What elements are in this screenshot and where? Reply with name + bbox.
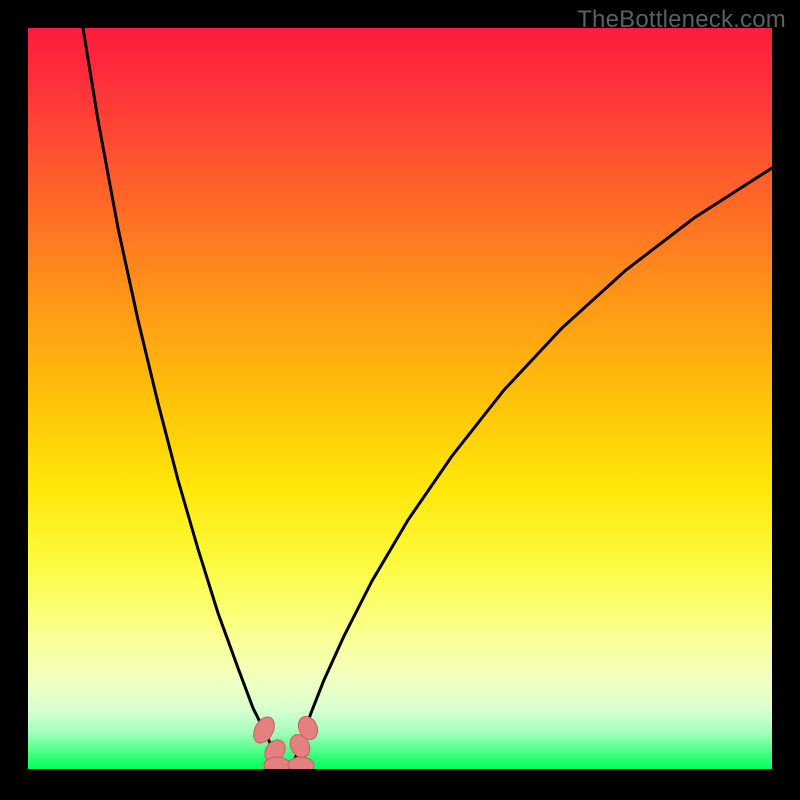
series-left-curve xyxy=(83,28,278,762)
watermark-text: TheBottleneck.com xyxy=(577,6,786,34)
curve-overlay xyxy=(28,28,772,770)
plot-area xyxy=(28,28,772,770)
series-right-curve xyxy=(294,168,772,762)
chart-frame: TheBottleneck.com xyxy=(0,0,800,800)
bottom-border xyxy=(28,769,772,772)
